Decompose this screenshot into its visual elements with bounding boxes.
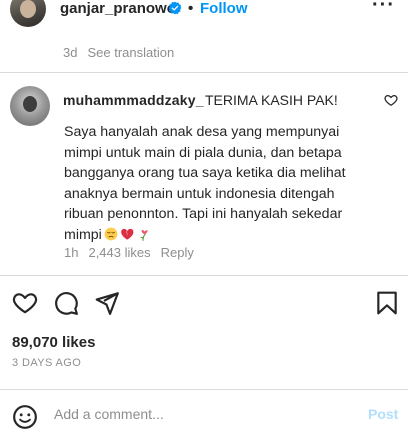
post-likes-count[interactable]: 89,070 likes [12, 334, 95, 351]
wilted-flower-emoji-icon [140, 229, 148, 241]
more-options-icon[interactable]: ··· [372, 0, 395, 17]
comment-bubble-icon[interactable] [53, 290, 79, 316]
comment-text: Saya hanyalah anak desa yang mempunyai m… [64, 122, 394, 245]
comment-line: ribuan penonnton. Tapi ini hanyalah seke… [64, 206, 343, 222]
post-timestamp: 3 DAYS AGO [12, 357, 82, 369]
post-comment-button[interactable]: Post [368, 406, 398, 422]
caption-meta: 3d See translation [63, 45, 174, 60]
comment-likes-count[interactable]: 2,443 likes [88, 245, 150, 260]
comment-line: mimpi untuk main di piala dunia, dan bet… [64, 144, 342, 161]
divider [0, 72, 408, 73]
divider [0, 389, 408, 390]
share-paper-plane-icon[interactable] [94, 290, 120, 316]
comment-line: Saya hanyalah anak desa yang mempunyai [64, 124, 340, 140]
separator-dot: • [188, 0, 194, 17]
comment-age: 1h [64, 245, 79, 260]
divider [0, 275, 408, 276]
comment-line-last: mimpi [64, 225, 394, 246]
see-translation-link[interactable]: See translation [87, 45, 174, 60]
comment-line: anaknya bermain untuk indonesia ditengah [64, 185, 335, 202]
emoji-smiley-icon[interactable] [12, 404, 38, 430]
pensive-face-emoji-icon [104, 227, 118, 240]
commenter-avatar[interactable] [10, 86, 50, 126]
follow-button[interactable]: Follow [200, 0, 248, 17]
comment-like-heart-icon[interactable] [384, 93, 398, 107]
like-heart-icon[interactable] [12, 290, 38, 316]
add-comment-input[interactable] [54, 406, 344, 422]
broken-heart-emoji-icon [121, 228, 134, 240]
comment-username[interactable]: muhammmaddzaky_ [63, 92, 204, 108]
comment-headline: TERIMA KASIH PAK! [205, 92, 338, 108]
save-bookmark-icon[interactable] [374, 290, 400, 316]
owner-avatar[interactable] [10, 0, 46, 27]
verified-badge-icon [168, 1, 182, 15]
comment-line: mimpi [64, 226, 102, 243]
reply-button[interactable]: Reply [161, 245, 194, 260]
post-author-username[interactable]: ganjar_pranowo [60, 0, 176, 17]
caption-age: 3d [63, 45, 78, 60]
comment-line: bangganya orang tua saya ketika dia meli… [64, 165, 346, 181]
comment-meta: 1h 2,443 likes Reply [64, 245, 204, 260]
